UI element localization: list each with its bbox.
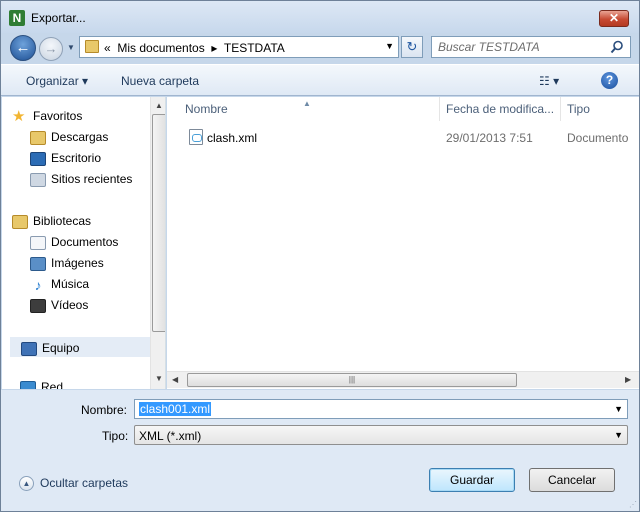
- filetype-label: Tipo:: [102, 429, 129, 443]
- address-bar[interactable]: « Mis documentos ▸ TESTDATA ▼: [79, 36, 399, 58]
- save-button[interactable]: Guardar: [429, 468, 515, 492]
- sidebar-item-label: Vídeos: [51, 298, 89, 312]
- sidebar-item-descargas[interactable]: Descargas: [30, 127, 165, 147]
- folder-icon: [85, 40, 99, 53]
- breadcrumb: « Mis documentos ▸ TESTDATA: [104, 41, 285, 55]
- breadcrumb-separator-icon[interactable]: ▸: [211, 41, 217, 55]
- search-icon[interactable]: [610, 40, 624, 54]
- new-folder-button[interactable]: Nueva carpeta: [121, 74, 199, 88]
- column-header-label: Tipo: [567, 102, 590, 116]
- libraries-icon: [12, 214, 28, 229]
- scroll-up-icon[interactable]: ▲: [155, 101, 163, 110]
- desktop-icon: [30, 151, 46, 166]
- file-date: 29/01/2013 7:51: [446, 131, 533, 145]
- sort-ascending-icon: ▲: [303, 99, 311, 108]
- scroll-down-icon[interactable]: ▼: [155, 374, 163, 383]
- column-header-nombre[interactable]: ▲ Nombre: [167, 97, 440, 121]
- sidebar-item-videos[interactable]: Vídeos: [30, 295, 165, 315]
- refresh-button[interactable]: ↻: [401, 36, 423, 58]
- downloads-folder-icon: [30, 130, 46, 145]
- resize-grip-icon[interactable]: ⋰: [629, 500, 637, 509]
- sidebar-item-equipo[interactable]: Equipo: [10, 337, 150, 357]
- sidebar-item-label: Equipo: [42, 341, 80, 355]
- filetype-select[interactable]: XML (*.xml) ▼: [134, 425, 628, 445]
- network-icon: [20, 380, 36, 389]
- collapse-icon: ▲: [19, 476, 34, 492]
- filetype-dropdown-icon[interactable]: ▼: [614, 430, 623, 440]
- scroll-thumb[interactable]: [152, 114, 165, 332]
- column-header-label: Nombre: [185, 102, 228, 116]
- filename-label: Nombre:: [81, 403, 128, 417]
- breadcrumb-overflow-chevron[interactable]: «: [104, 41, 111, 55]
- documents-icon: [30, 235, 46, 250]
- views-menu-icon[interactable]: ☷ ▾: [539, 74, 559, 88]
- sidebar-item-escritorio[interactable]: Escritorio: [30, 148, 165, 168]
- videos-icon: [30, 298, 46, 313]
- scroll-right-icon[interactable]: ▶: [625, 375, 631, 384]
- filetype-value: XML (*.xml): [139, 429, 202, 443]
- sidebar-item-label: Imágenes: [51, 256, 104, 270]
- breadcrumb-item[interactable]: TESTDATA: [224, 41, 285, 55]
- computer-icon: [21, 341, 37, 356]
- export-dialog: N Exportar... ✕ ← → ▼ « Mis documentos ▸…: [0, 0, 640, 512]
- cancel-button[interactable]: Cancelar: [529, 468, 615, 492]
- sidebar-item-label: Sitios recientes: [51, 172, 133, 186]
- hide-folders-label: Ocultar carpetas: [40, 476, 129, 490]
- file-list: ▲ Nombre Fecha de modifica... Tipo clash…: [167, 97, 639, 389]
- file-list-horizontal-scrollbar[interactable]: ◀ ||| ▶: [167, 371, 639, 388]
- sidebar-item-bibliotecas[interactable]: Bibliotecas: [12, 211, 150, 231]
- organize-menu[interactable]: Organizar ▾: [26, 74, 88, 88]
- sidebar-item-musica[interactable]: ♪ Música: [30, 274, 165, 294]
- search-box: [431, 36, 631, 58]
- sidebar-item-sitios-recientes[interactable]: Sitios recientes: [30, 169, 165, 189]
- filename-field[interactable]: clash001.xml ▼: [134, 399, 628, 419]
- sidebar-item-label: Red: [41, 380, 64, 389]
- filename-value: clash001.xml: [139, 402, 212, 416]
- music-icon: ♪: [34, 276, 42, 293]
- sidebar-item-imagenes[interactable]: Imágenes: [30, 253, 165, 273]
- address-dropdown-icon[interactable]: ▼: [385, 41, 394, 51]
- sidebar-item-documentos[interactable]: Documentos: [30, 232, 165, 252]
- pictures-icon: [30, 256, 46, 271]
- navigation-bar: ← → ▼ « Mis documentos ▸ TESTDATA ▼ ↻: [1, 33, 639, 63]
- dialog-footer: Nombre: clash001.xml ▼ Tipo: XML (*.xml)…: [1, 390, 639, 511]
- xml-file-icon: [189, 129, 203, 145]
- star-icon: ★: [12, 107, 26, 125]
- column-header-tipo[interactable]: Tipo: [561, 97, 639, 121]
- hide-folders-toggle[interactable]: ▲ Ocultar carpetas: [19, 476, 129, 492]
- file-type: Documento: [567, 131, 629, 145]
- search-input[interactable]: [438, 39, 608, 55]
- breadcrumb-item[interactable]: Mis documentos: [117, 41, 204, 55]
- navigation-pane-scrollbar[interactable]: ▲ ▼: [150, 97, 165, 389]
- app-icon: N: [9, 10, 25, 26]
- help-icon[interactable]: ?: [601, 72, 618, 89]
- forward-button[interactable]: →: [39, 37, 63, 61]
- sidebar-item-label: Música: [51, 277, 90, 291]
- sidebar-item-label: Bibliotecas: [33, 214, 92, 228]
- column-header-fecha[interactable]: Fecha de modifica...: [440, 97, 561, 121]
- back-button[interactable]: ←: [10, 35, 36, 61]
- scroll-left-icon[interactable]: ◀: [172, 375, 178, 384]
- sidebar-item-label: Documentos: [51, 235, 119, 249]
- sidebar-item-favoritos[interactable]: ★ Favoritos: [12, 106, 150, 126]
- file-row[interactable]: clash.xml 29/01/2013 7:51 Documento: [167, 127, 639, 149]
- window-title: Exportar...: [31, 11, 86, 25]
- recent-places-icon: [30, 172, 46, 187]
- scroll-thumb[interactable]: |||: [187, 373, 517, 387]
- column-header-label: Fecha de modifica...: [446, 102, 555, 116]
- history-dropdown-icon[interactable]: ▼: [67, 43, 75, 52]
- sidebar-item-label: Escritorio: [51, 151, 102, 165]
- navigation-pane: ★ Favoritos Descargas Escritorio Sitios r…: [2, 97, 166, 389]
- filename-dropdown-icon[interactable]: ▼: [614, 404, 623, 414]
- command-bar: Organizar ▾ Nueva carpeta ☷ ▾ ?: [1, 64, 639, 96]
- sidebar-item-label: Descargas: [51, 130, 109, 144]
- sidebar-item-red[interactable]: Red: [12, 377, 150, 389]
- close-button[interactable]: ✕: [599, 10, 629, 27]
- file-name: clash.xml: [207, 131, 258, 145]
- title-bar[interactable]: N Exportar... ✕: [1, 1, 639, 33]
- sidebar-item-label: Favoritos: [33, 109, 83, 123]
